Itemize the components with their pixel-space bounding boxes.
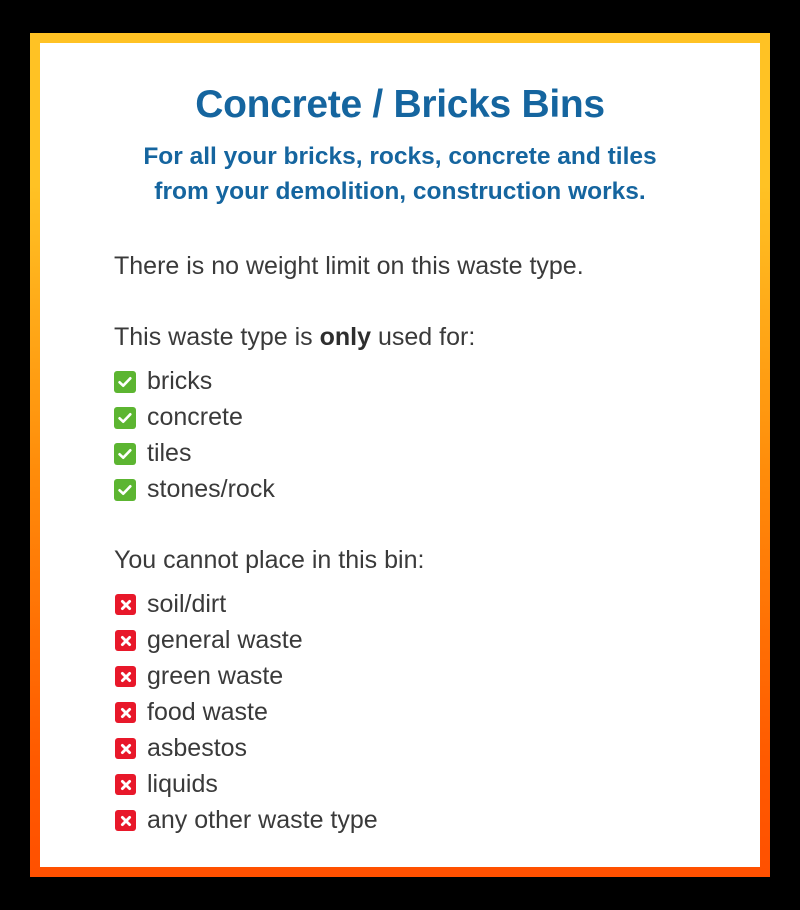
allowed-intro-emphasis: only — [319, 322, 372, 351]
cross-icon — [115, 810, 136, 831]
allowed-intro-prefix: This waste type is — [114, 322, 320, 351]
cross-icon — [115, 702, 136, 723]
list-item: any other waste type — [114, 803, 760, 839]
check-icon — [114, 370, 136, 393]
list-item-label: bricks — [147, 367, 213, 395]
list-item-label: green waste — [147, 662, 284, 690]
allowed-items-list: bricks concrete tiles stones/rock — [114, 364, 760, 508]
list-item: food waste — [114, 695, 760, 731]
check-icon — [114, 406, 136, 429]
list-item-label: stones/rock — [147, 475, 275, 503]
card-inner-surface: Concrete / Bricks Bins For all your bric… — [40, 43, 760, 867]
disallowed-intro: You cannot place in this bin: — [114, 545, 425, 574]
list-item: general waste — [114, 623, 760, 659]
cross-icon — [115, 666, 136, 687]
cross-icon — [115, 630, 136, 651]
disallowed-items-list: soil/dirt general waste green waste food wa… — [114, 587, 760, 839]
list-item: concrete — [114, 400, 760, 436]
list-item: soil/dirt — [114, 587, 760, 623]
list-item: stones/rock — [114, 472, 760, 508]
list-item: asbestos — [114, 731, 760, 767]
weight-limit-note: There is no weight limit on this waste t… — [114, 251, 584, 280]
card-header: Concrete / Bricks Bins For all your bric… — [40, 43, 760, 210]
cross-icon — [115, 774, 136, 795]
list-item: tiles — [114, 436, 760, 472]
list-item: green waste — [114, 659, 760, 695]
check-icon — [114, 442, 136, 465]
allowed-intro-suffix: used for: — [371, 322, 476, 351]
cross-icon — [115, 594, 136, 615]
list-item: liquids — [114, 767, 760, 803]
list-item-label: tiles — [147, 439, 192, 467]
card-body: There is no weight limit on this waste t… — [40, 251, 760, 839]
page-subtitle: For all your bricks, rocks, concrete and… — [40, 140, 760, 210]
subtitle-line-2: from your demolition, construction works… — [154, 177, 646, 205]
check-icon — [114, 478, 136, 501]
list-item-label: soil/dirt — [147, 590, 227, 618]
subtitle-line-1: For all your bricks, rocks, concrete and… — [143, 142, 657, 170]
page-title: Concrete / Bricks Bins — [195, 83, 605, 126]
cross-icon — [115, 738, 136, 759]
waste-type-info-card: Concrete / Bricks Bins For all your bric… — [30, 33, 770, 877]
list-item-label: concrete — [147, 403, 243, 431]
allowed-intro: This waste type is only used for: — [114, 322, 760, 351]
list-item-label: any other waste type — [147, 806, 378, 834]
list-item-label: liquids — [147, 770, 218, 798]
list-item: bricks — [114, 364, 760, 400]
list-item-label: food waste — [147, 698, 268, 726]
list-item-label: asbestos — [147, 734, 248, 762]
list-item-label: general waste — [147, 626, 303, 654]
